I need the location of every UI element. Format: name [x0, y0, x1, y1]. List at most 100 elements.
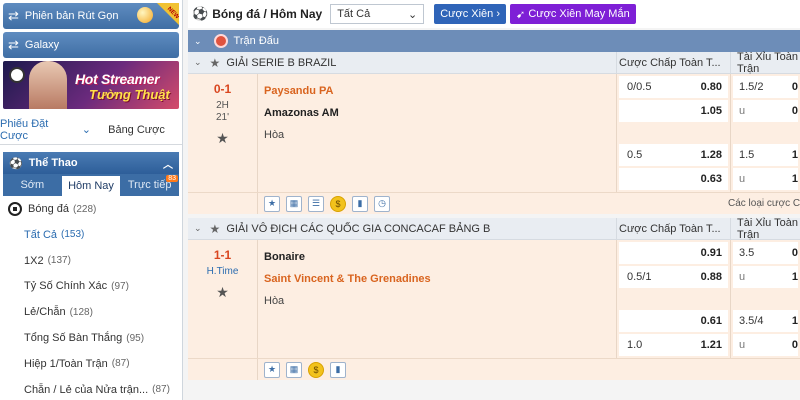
galaxy-label: Galaxy	[24, 39, 60, 51]
compact-version-button[interactable]: ⇄ Phiên bản Rút Gọn NEW	[3, 3, 179, 29]
star-icon[interactable]: ★	[264, 195, 280, 212]
market-item[interactable]: Tỷ Số Chính Xác (97)	[0, 274, 182, 300]
match-score: 0-1	[213, 82, 232, 96]
parlay-button[interactable]: Cược Xiên ›	[434, 4, 507, 24]
soccer-icon: ⚽	[9, 157, 23, 170]
sports-header-label: Thể Thao	[28, 157, 78, 169]
sport-soccer[interactable]: Bóng đá (228)	[0, 196, 182, 222]
main-content: ⚽ Bóng đá / Hôm Nay Tất Cả ⌄ Cược Xiên ›…	[188, 0, 800, 400]
lucky-parlay-button[interactable]: ➹ Cược Xiên May Mắn	[510, 4, 636, 24]
compact-version-label: Phiên bản Rút Gọn	[24, 10, 119, 22]
soccer-ball-icon	[8, 202, 22, 216]
more-bet-types-link[interactable]: Các loại cược Ch...	[728, 198, 800, 209]
handicap-column-header: Cược Chấp Toàn T...	[616, 52, 730, 73]
tab-odds-table[interactable]: Bảng Cược	[91, 115, 182, 144]
chevron-down-icon: ⌄	[81, 124, 91, 136]
match-status: H.Time	[206, 266, 239, 277]
odds-cell[interactable]: 0.5 1.28	[619, 144, 728, 166]
sport-name: Bóng đá	[28, 203, 69, 215]
match-status: 2H 21'	[215, 100, 230, 123]
away-team: Saint Vincent & The Grenadines	[264, 273, 431, 285]
odds-cell[interactable]: 0.91	[619, 242, 728, 264]
matches-header[interactable]: ⌄ Trận Đấu	[188, 30, 800, 52]
sidebar: ⇄ Phiên bản Rút Gọn NEW ⇄ Galaxy Hot Str…	[0, 0, 183, 400]
odds-cell[interactable]: 3.5/4 1	[733, 310, 798, 332]
chevron-up-icon: ︿	[163, 159, 173, 171]
match-row: 1-1 H.Time ★ Bonaire Saint Vincent & The…	[188, 240, 800, 358]
market-item[interactable]: Lẻ/Chẵn (128)	[0, 299, 182, 325]
star-icon[interactable]: ★	[210, 56, 221, 70]
favorite-star-icon[interactable]: ★	[216, 284, 229, 301]
market-item[interactable]: Tất Cả (153)	[0, 222, 182, 248]
galaxy-button[interactable]: ⇄ Galaxy	[3, 32, 179, 58]
odds-cell[interactable]: 0.61	[619, 310, 728, 332]
odds-cell[interactable]: 0.63	[619, 168, 728, 190]
matches-header-label: Trận Đấu	[233, 35, 279, 47]
tab-early[interactable]: Sớm	[3, 174, 62, 196]
banner-line1: Hot Streamer	[75, 71, 160, 87]
home-team: Bonaire	[264, 251, 305, 263]
odds-cell[interactable]: 1.5/2 0	[733, 76, 798, 98]
timer-icon[interactable]: ◷	[374, 195, 390, 212]
league-header[interactable]: ⌄ ★ GIẢI SERIE B BRAZIL Cược Chấp Toàn T…	[188, 51, 800, 75]
odds-cell[interactable]: u1	[733, 266, 798, 288]
bar-chart-icon[interactable]: ▮	[330, 361, 346, 378]
odds-cell[interactable]: u0	[733, 100, 798, 122]
planet-icon	[137, 7, 153, 23]
period-tabs: Sớm Hôm Nay Trực tiếp 83	[3, 174, 179, 196]
draw-label: Hòa	[264, 295, 285, 307]
tab-betslip[interactable]: Phiếu Đặt Cược ⌄	[0, 115, 91, 144]
chevron-down-icon: ⌄	[194, 35, 202, 46]
odds-cell[interactable]: 3.5 0	[733, 242, 798, 264]
odds-cell[interactable]: 1.0 1.21	[619, 334, 728, 356]
over-under-column-header: Tài Xỉu Toàn Trận	[730, 217, 800, 241]
scoreboard-icon[interactable]: ☰	[308, 195, 324, 212]
odds-cell[interactable]: 1.05	[619, 100, 728, 122]
market-item[interactable]: 1X2 (137)	[0, 248, 182, 274]
sport-count: (228)	[72, 203, 97, 215]
market-filter-select[interactable]: Tất Cả ⌄	[330, 4, 425, 24]
odds-cell[interactable]: u1	[733, 168, 798, 190]
away-team: Amazonas AM	[264, 107, 339, 119]
home-team: Paysandu PA	[264, 85, 334, 97]
chevron-down-icon: ⌄	[407, 8, 418, 21]
market-item[interactable]: Chẵn / Lẻ của Nửa trận... (87)	[0, 377, 182, 400]
rocket-icon: ➹	[516, 8, 526, 21]
market-item[interactable]: Tổng Số Bàn Thắng (95)	[0, 325, 182, 351]
sports-header[interactable]: ⚽ Thể Thao ︿	[3, 152, 179, 174]
match-score: 1-1	[213, 248, 232, 262]
banner-line2: Tường Thuật	[89, 87, 170, 102]
favorite-star-icon[interactable]: ★	[216, 130, 229, 147]
league-header[interactable]: ⌄ ★ GIẢI VÔ ĐỊCH CÁC QUỐC GIA CONCACAF B…	[188, 217, 800, 241]
bar-chart-icon[interactable]: ▮	[352, 195, 368, 212]
page-title: Bóng đá / Hôm Nay	[212, 7, 323, 21]
market-item[interactable]: Hiệp 1/Toàn Trận (87)	[0, 351, 182, 377]
tab-live[interactable]: Trực tiếp 83	[120, 174, 179, 196]
stats-table-icon[interactable]: ▦	[286, 361, 302, 378]
odds-cell[interactable]: 0/0.5 0.80	[619, 76, 728, 98]
coin-icon[interactable]: $	[308, 361, 324, 378]
tab-today[interactable]: Hôm Nay	[61, 174, 121, 196]
draw-label: Hòa	[264, 129, 285, 141]
star-icon[interactable]: ★	[210, 222, 221, 236]
odds-cell[interactable]: 1.5 1	[733, 144, 798, 166]
hot-streamer-banner[interactable]: Hot Streamer Tường Thuật	[3, 61, 179, 109]
star-icon[interactable]: ★	[264, 361, 280, 378]
coin-icon[interactable]: $	[330, 195, 346, 212]
odds-cell[interactable]: 0.5/1 0.88	[619, 266, 728, 288]
handicap-column-header: Cược Chấp Toàn T...	[616, 218, 730, 239]
match-tools: ★ ▦ $ ▮	[188, 358, 800, 380]
chevron-down-icon: ⌄	[194, 57, 202, 67]
odds-cell[interactable]: u0	[733, 334, 798, 356]
clock-icon	[213, 34, 228, 48]
chevron-down-icon: ⌄	[194, 223, 202, 233]
over-under-column-header: Tài Xỉu Toàn Trận	[730, 51, 800, 75]
swap-icon: ⇄	[8, 37, 19, 52]
soccer-ball-icon: ⚽	[192, 6, 209, 21]
match-row: 0-1 2H 21' ★ Paysandu PA Amazonas AM Hòa …	[188, 74, 800, 192]
stats-table-icon[interactable]: ▦	[286, 195, 302, 212]
soccer-ball-icon	[9, 67, 25, 83]
league-name: GIẢI VÔ ĐỊCH CÁC QUỐC GIA CONCACAF BẢNG …	[226, 222, 491, 235]
live-count-badge: 83	[166, 175, 179, 182]
top-bar: ⚽ Bóng đá / Hôm Nay Tất Cả ⌄ Cược Xiên ›…	[188, 0, 800, 28]
